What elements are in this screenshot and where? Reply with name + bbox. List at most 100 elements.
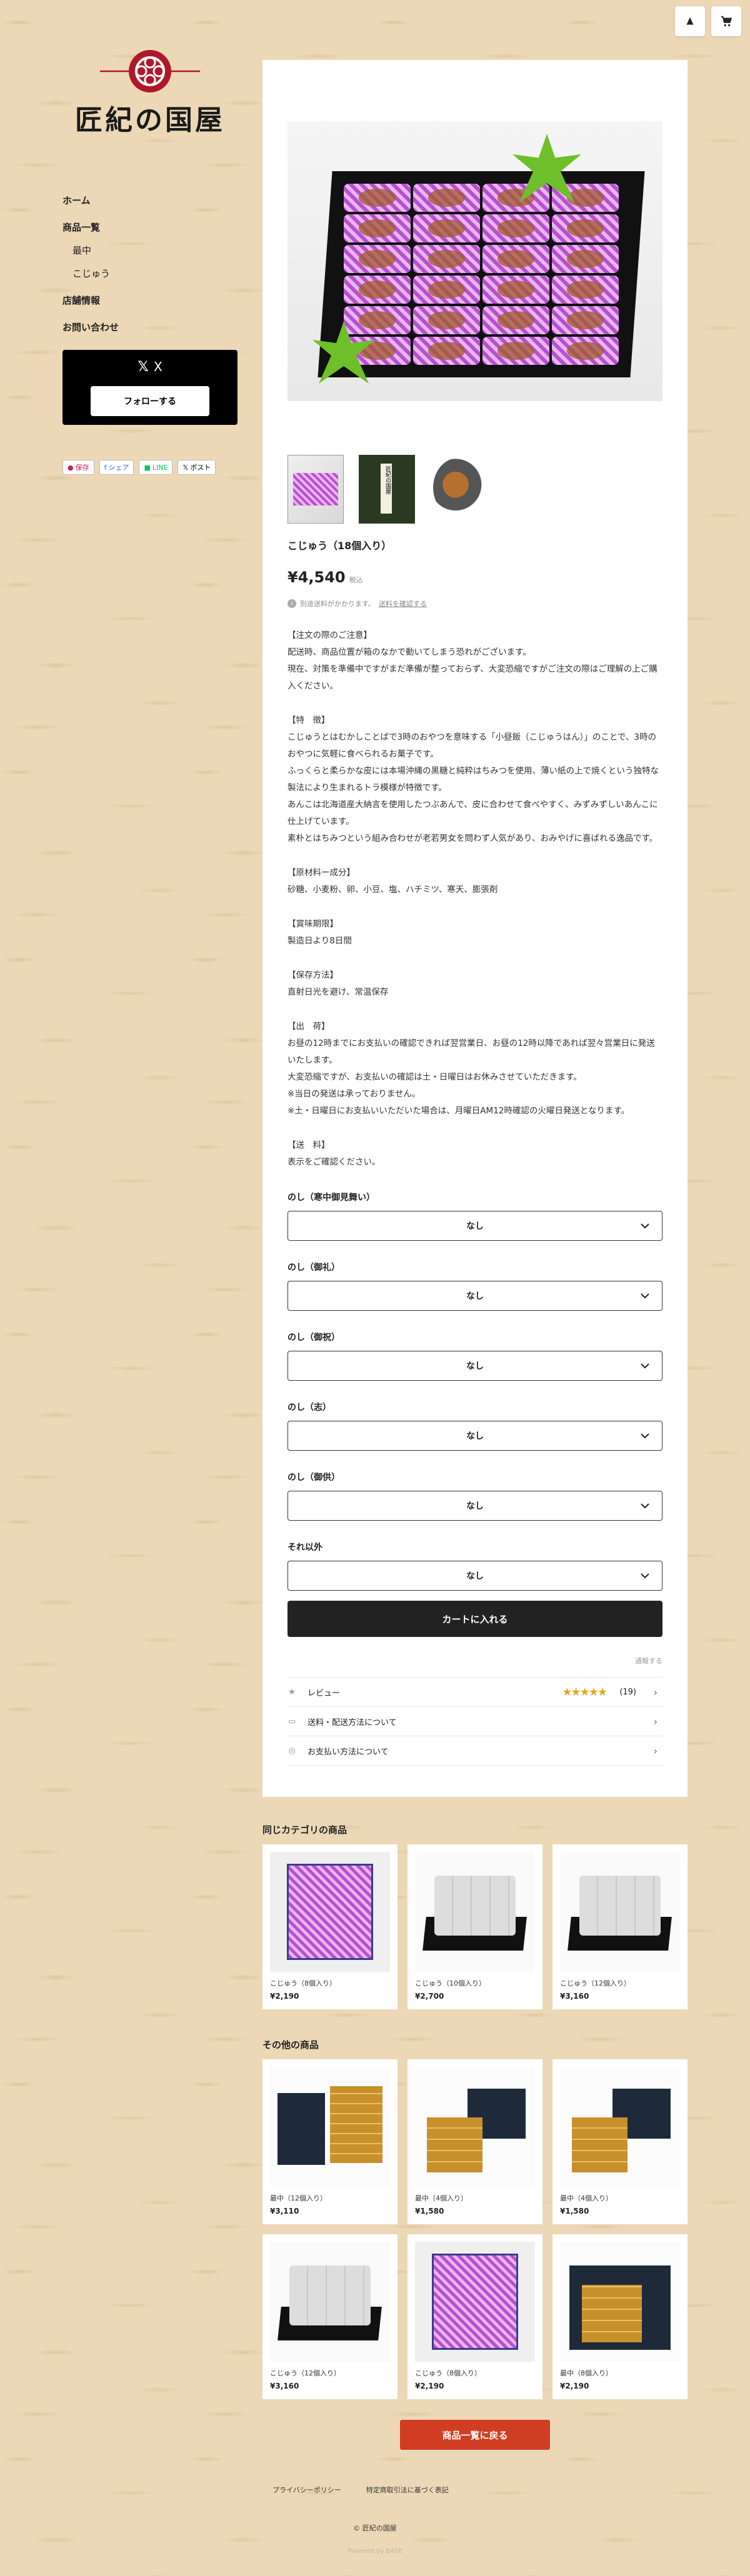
product-tile-name: こじゅう（12個入り） (560, 1979, 631, 1987)
product-tile-price: ¥1,580 (415, 2207, 444, 2215)
chevron-down-icon (641, 1363, 649, 1369)
nav-products[interactable]: 商品一覧 (62, 221, 238, 234)
back-to-products-button[interactable]: 商品一覧に戻る (400, 2420, 550, 2450)
product-tile[interactable]: 最中（8個入り） ¥2,190 (552, 2234, 688, 2399)
product-tile[interactable]: こじゅう（12個入り） ¥3,160 (552, 1844, 688, 2009)
x-icon: 𝕏 (182, 463, 189, 472)
report-link[interactable]: 通報する (288, 1656, 662, 1666)
product-tile-price: ¥3,160 (560, 1992, 589, 2001)
thumbnail-2[interactable]: 匠紀の国屋 (359, 455, 415, 524)
product-tile[interactable]: こじゅう（8個入り） ¥2,190 (408, 2234, 542, 2399)
review-row[interactable]: ★ レビュー ★★★★★ (19) › (288, 1678, 662, 1707)
chevron-right-icon: › (653, 1744, 658, 1757)
truck-icon: ▭ (288, 1716, 296, 1726)
footer-links: プライバシーポリシー 特定商取引法に基づく表記 (272, 2485, 449, 2495)
option-label: のし（御祝） (288, 1333, 340, 1343)
desc-storage: 【保存方法】 直射日光を避け、常温保存 (288, 970, 389, 997)
shipping-info-label: 送料・配送方法について (308, 1718, 397, 1728)
x-logo-icon: 𝕏 (138, 359, 149, 375)
chevron-down-icon (641, 1573, 649, 1579)
product-tile[interactable]: こじゅう（8個入り） ¥2,190 (262, 1844, 398, 2009)
option-label: それ以外 (288, 1543, 322, 1553)
option-select[interactable]: なし (288, 1351, 662, 1381)
option-value: なし (466, 1501, 484, 1511)
powered-by[interactable]: Powered by BASE (0, 2548, 750, 2555)
thumbnail-3[interactable] (430, 455, 486, 524)
product-tile-image (415, 2242, 535, 2362)
product-main-image[interactable] (288, 121, 662, 401)
chevron-right-icon: › (653, 1715, 658, 1728)
chevron-down-icon (641, 1293, 649, 1299)
option-value: なし (466, 1431, 484, 1441)
product-tile-image (560, 1852, 680, 1972)
product-tile-price: ¥2,190 (415, 2382, 444, 2390)
nav-store[interactable]: 店舗情報 (62, 294, 238, 307)
option-select[interactable]: なし (288, 1211, 662, 1241)
cart-button[interactable] (711, 6, 741, 36)
logo-text: 匠紀の国屋 (75, 104, 225, 136)
x-post-button[interactable]: 𝕏 ポスト (178, 460, 216, 475)
tax-label: 税込 (349, 576, 363, 584)
option-noshi-osonae: のし（御供） なし (288, 1471, 662, 1521)
star-icon: ★ (288, 1687, 296, 1697)
nav-sub-kojyu[interactable]: こじゅう (72, 267, 238, 280)
product-tile-image (415, 1852, 535, 1972)
other-products-title: その他の商品 (262, 2039, 319, 2051)
shipping-link[interactable]: 送料を確認する (379, 599, 427, 609)
facebook-share-button[interactable]: f シェア (99, 460, 134, 475)
product-tile-price: ¥3,160 (270, 2382, 299, 2390)
shipping-note: i 別途送料がかかります。 送料を確認する (288, 599, 662, 609)
product-tile-price: ¥2,700 (415, 1992, 444, 2001)
option-value: なし (466, 1571, 484, 1581)
desc-expiry: 【賞味期限】 製造日より8日間 (288, 919, 352, 946)
option-label: のし（志） (288, 1403, 331, 1413)
add-to-cart-button[interactable]: カートに入れる (288, 1601, 662, 1637)
product-tile-price: ¥2,190 (270, 1992, 299, 2001)
nav-sub-monaka[interactable]: 最中 (72, 244, 238, 257)
option-select[interactable]: なし (288, 1561, 662, 1591)
option-select[interactable]: なし (288, 1281, 662, 1311)
thumbnail-1[interactable] (288, 455, 344, 524)
product-tile[interactable]: こじゅう（10個入り） ¥2,700 (408, 1844, 542, 2009)
privacy-link[interactable]: プライバシーポリシー (272, 2485, 341, 2495)
product-tile-image (270, 2067, 390, 2187)
logo-emblem-icon (100, 50, 200, 92)
product-tile-image (415, 2067, 535, 2187)
nav-contact[interactable]: お問い合わせ (62, 321, 238, 334)
product-description: 【注文の際のご注意】 配送時、商品位置が箱のなかで動いてしまう恐れがございます。… (288, 627, 662, 1171)
product-price: ¥4,540 (288, 569, 346, 586)
share-buttons: ● 保存 f シェア ■ LINE 𝕏 ポスト (62, 460, 238, 475)
product-tile-image (560, 2067, 680, 2187)
nav-home[interactable]: ホーム (62, 194, 238, 207)
law-link[interactable]: 特定商取引法に基づく表記 (366, 2485, 449, 2495)
logo[interactable]: 匠紀の国屋 (62, 47, 238, 147)
product-tile-price: ¥3,110 (270, 2207, 299, 2215)
copyright: © 匠紀の国屋 (353, 2524, 397, 2532)
desc-ingredients: 【原材料ー成分】 砂糖、小麦粉、卵、小豆、塩、ハチミツ、寒天、膨張剤 (288, 868, 498, 895)
shipping-info-row[interactable]: ▭ 送料・配送方法について › (288, 1707, 662, 1736)
option-select[interactable]: なし (288, 1491, 662, 1521)
save-label: 保存 (75, 464, 89, 472)
account-button[interactable] (675, 6, 705, 36)
product-tile[interactable]: 最中（12個入り） ¥3,110 (262, 2059, 398, 2224)
facebook-icon: f (104, 463, 107, 472)
product-tile[interactable]: こじゅう（12個入り） ¥3,160 (262, 2234, 398, 2399)
main-nav: ホーム 商品一覧 最中 こじゅう 店舗情報 お問い合わせ (62, 194, 238, 334)
x-brand: 𝕏 X (138, 359, 162, 375)
line-share-button[interactable]: ■ LINE (139, 460, 173, 475)
payment-info-row[interactable]: ◎ お支払い方法について › (288, 1736, 662, 1766)
product-tile-name: 最中（4個入り） (415, 2194, 468, 2202)
option-select[interactable]: なし (288, 1421, 662, 1451)
info-list: ★ レビュー ★★★★★ (19) › ▭ 送料・配送方法について › ◎ お支… (288, 1677, 662, 1766)
pinterest-icon: ● (68, 463, 74, 472)
line-icon: ■ (144, 463, 151, 472)
product-tile[interactable]: 最中（4個入り） ¥1,580 (552, 2059, 688, 2224)
desc-notice: 【注文の際のご注意】 配送時、商品位置が箱のなかで動いてしまう恐れがございます。… (288, 630, 658, 691)
rating-stars: ★★★★★ (562, 1685, 608, 1699)
follow-button[interactable]: フォローする (91, 385, 209, 416)
x-follow-widget: 𝕏 X フォローする (62, 350, 238, 425)
pinterest-save-button[interactable]: ● 保存 (62, 460, 94, 475)
product-tile[interactable]: 最中（4個入り） ¥1,580 (408, 2059, 542, 2224)
option-noshi-oiwai: のし（御祝） なし (288, 1331, 662, 1381)
user-icon (686, 17, 694, 25)
